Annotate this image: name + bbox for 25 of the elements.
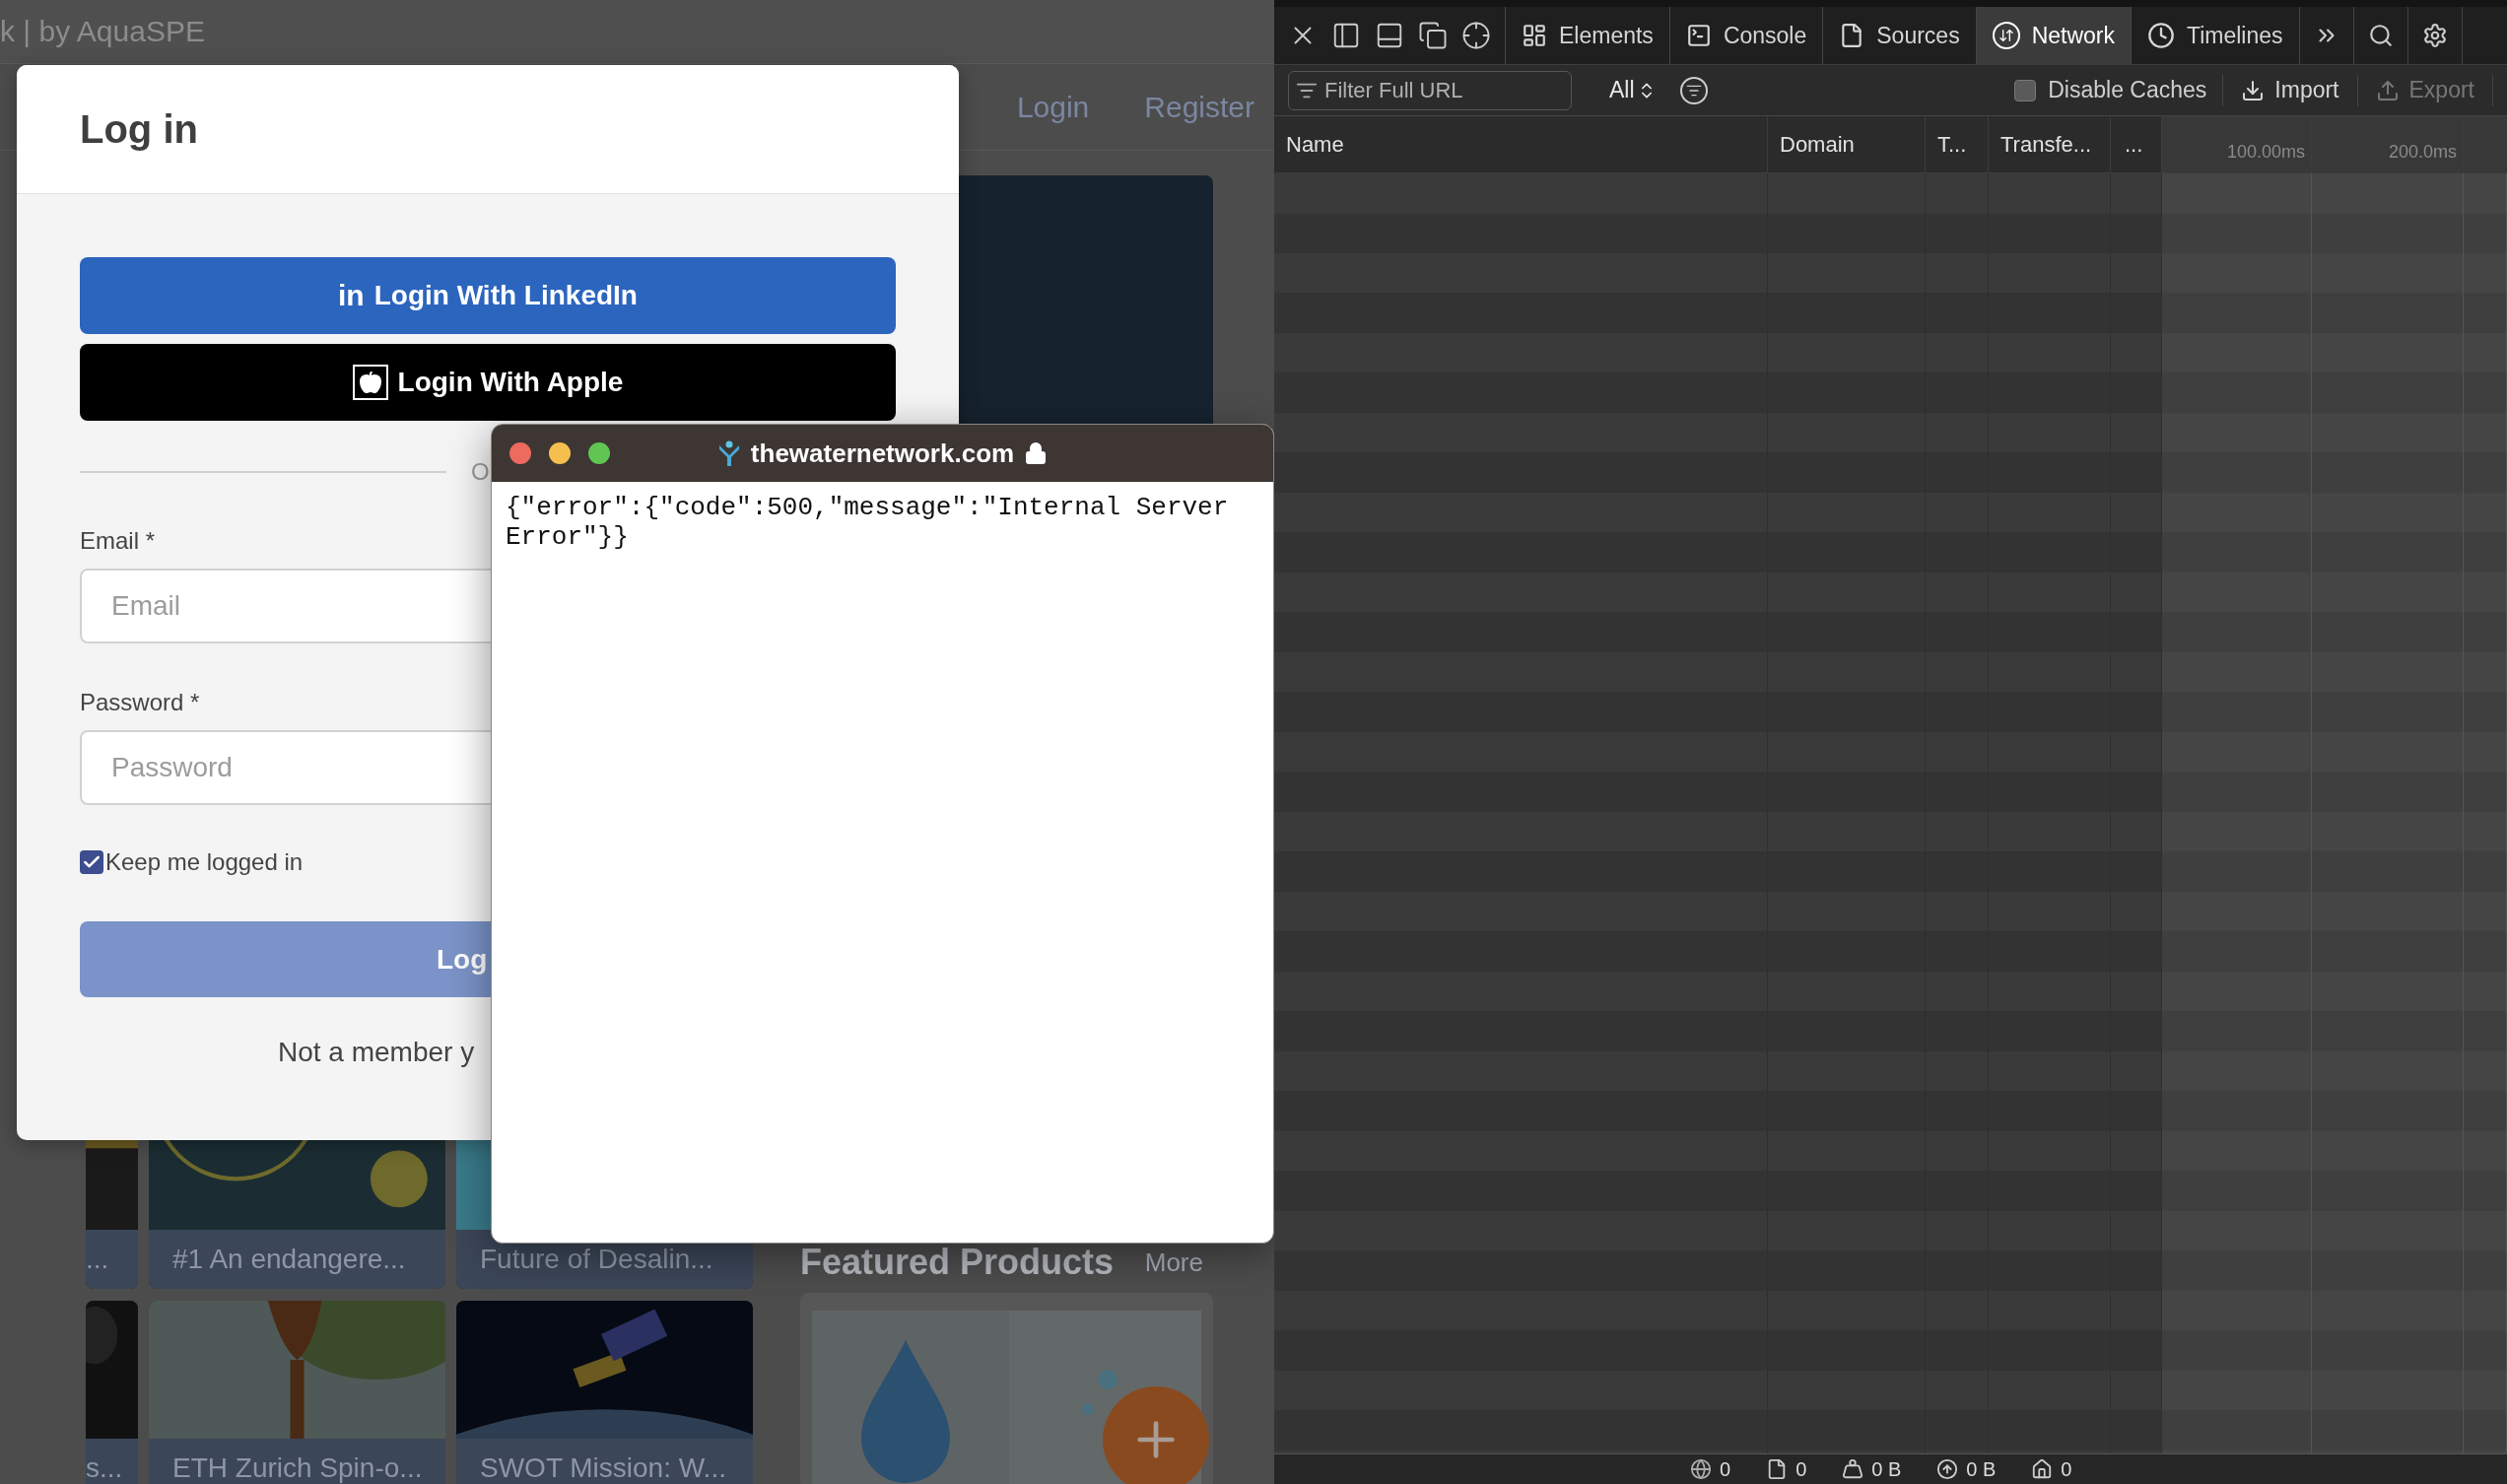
window-title: thewaternetwork.com xyxy=(750,438,1015,469)
field-label: Email * xyxy=(80,527,156,555)
timeline-tick: 200.0ms xyxy=(2312,116,2464,172)
dialog-title: Log in xyxy=(80,106,198,152)
article-title: SWOT Mission: W... xyxy=(480,1452,726,1484)
section-heading: Featured Products xyxy=(800,1242,1115,1283)
site-title: k | by AquaSPE xyxy=(0,15,205,48)
status-count: 0 B xyxy=(1966,1457,1997,1481)
checkbox-label: Disable Caches xyxy=(2048,77,2207,103)
article-title: #1 An endangere... xyxy=(172,1244,406,1275)
article-title: ETH Zurich Spin-o... xyxy=(172,1452,423,1484)
checkbox-label: Keep me logged in xyxy=(105,848,304,876)
response-text: {"error":{"code":500,"message":"Internal Server Error"}} xyxy=(505,492,1230,554)
field-label: Password * xyxy=(80,689,200,716)
status-count: 0 xyxy=(1796,1457,1807,1481)
article-title: s... xyxy=(86,1452,123,1484)
divider-label: O xyxy=(471,458,490,486)
article-title: ... xyxy=(86,1244,109,1275)
linkedin-logo: in xyxy=(338,279,365,312)
status-count: 0 B xyxy=(1871,1457,1902,1481)
signup-text: Not a member y xyxy=(277,1037,476,1068)
article-title: Future of Desalin... xyxy=(480,1244,713,1275)
status-count: 0 xyxy=(2061,1457,2072,1481)
status-count: 0 xyxy=(1720,1457,1731,1481)
timeline-tick: 100.00ms xyxy=(2162,116,2312,172)
